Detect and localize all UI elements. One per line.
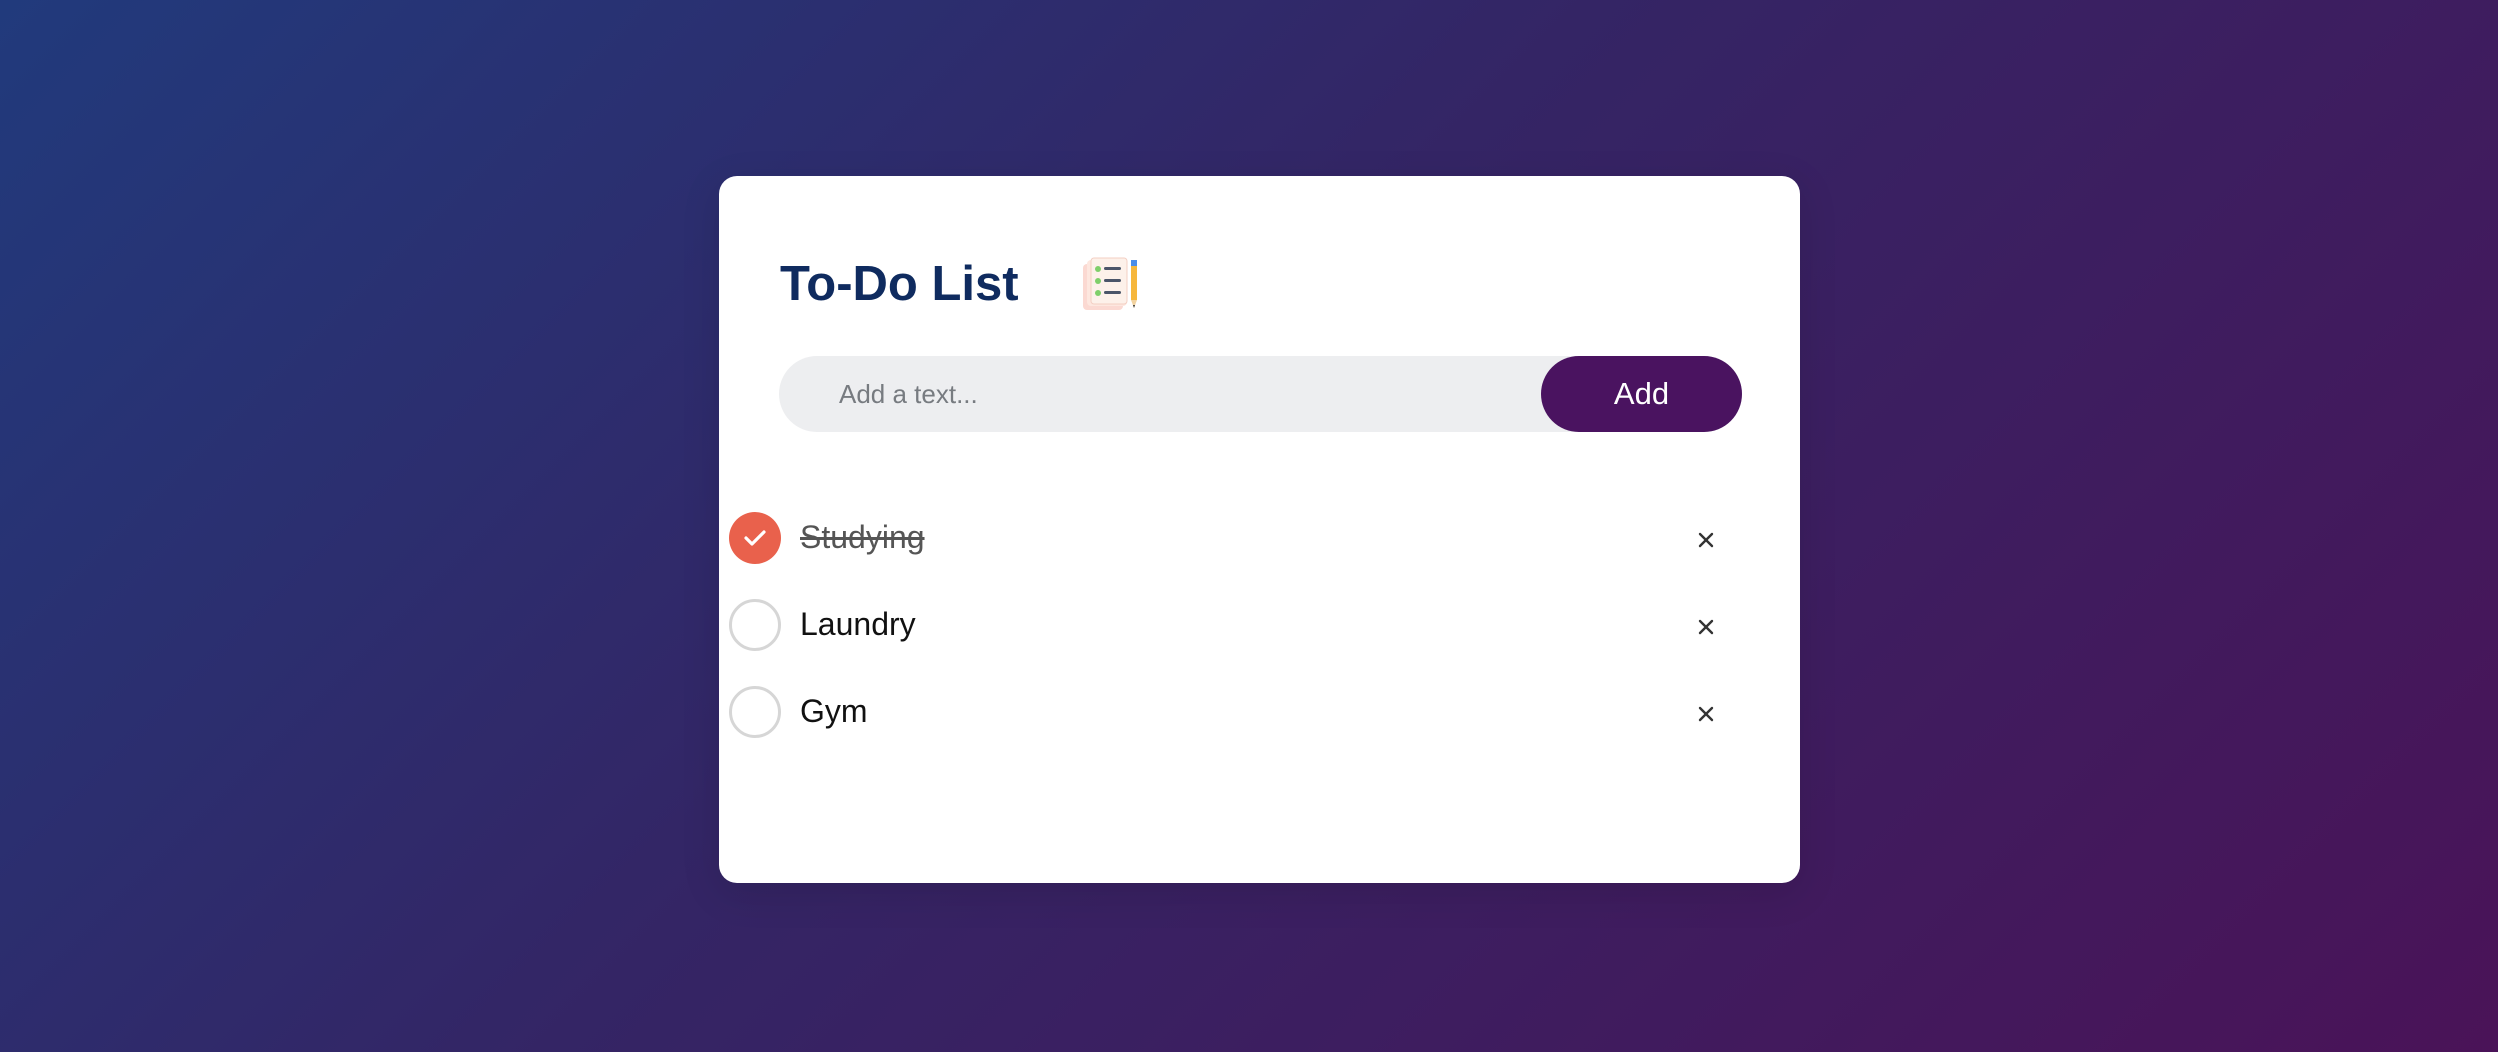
add-button[interactable]: Add — [1541, 356, 1742, 432]
task-label: Studying — [800, 519, 925, 555]
delete-task-button[interactable] — [1686, 694, 1726, 734]
notepad-pencil-icon — [1081, 256, 1141, 312]
check-icon — [744, 529, 766, 546]
task-label: Gym — [800, 693, 868, 729]
task-checkbox[interactable] — [729, 511, 781, 564]
list-item[interactable]: Gym — [729, 668, 1769, 755]
close-icon — [1698, 619, 1714, 634]
close-icon — [1698, 532, 1714, 547]
task-label: Laundry — [800, 606, 916, 642]
delete-task-button[interactable] — [1686, 607, 1726, 647]
list-item[interactable]: Laundry — [729, 581, 1769, 668]
close-icon — [1698, 706, 1714, 721]
task-input[interactable] — [779, 355, 1541, 433]
add-task-row: Add — [779, 355, 1742, 433]
task-list: Studying Laundry Gym — [729, 494, 1769, 755]
list-item[interactable]: Studying — [729, 494, 1769, 581]
todo-card: To-Do List Add a text... Add Studying La… — [719, 176, 1800, 883]
task-checkbox[interactable] — [729, 598, 781, 651]
delete-task-button[interactable] — [1686, 520, 1726, 560]
header: To-Do List — [780, 256, 1141, 312]
task-checkbox[interactable] — [729, 685, 781, 738]
page-title: To-Do List — [780, 257, 1019, 311]
